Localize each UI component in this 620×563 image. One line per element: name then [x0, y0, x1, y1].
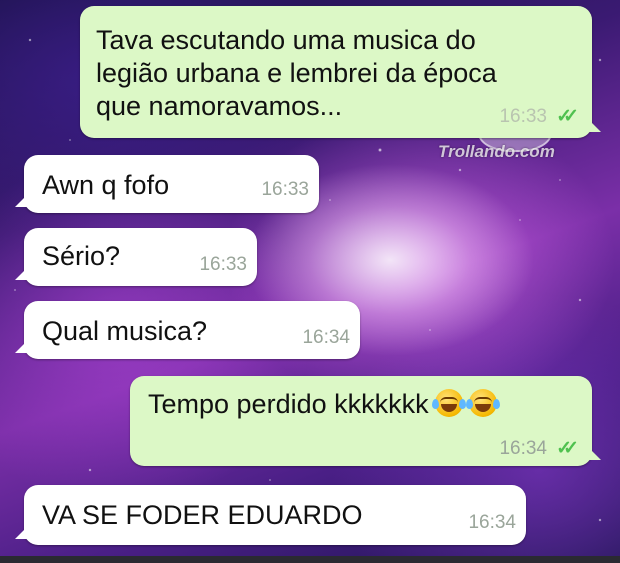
message-text: Awn q fofo	[42, 170, 170, 200]
message-time: 16:34	[302, 327, 350, 348]
face-with-tears-of-joy-icon	[465, 389, 500, 417]
read-receipt-icon: ✓✓	[556, 106, 579, 127]
message-bubble-outgoing[interactable]: Tempo perdido kkkkkkk 16:34 ✓✓	[130, 376, 592, 466]
message-text: Tempo perdido kkkkkkk	[148, 388, 500, 421]
read-receipt-icon: ✓✓	[556, 438, 579, 459]
message-time: 16:33	[499, 106, 547, 127]
message-bubble-incoming[interactable]: Qual musica? 16:34	[24, 301, 360, 359]
message-text: Qual musica?	[42, 316, 208, 346]
message-time: 16:33	[199, 254, 247, 275]
bottom-edge	[0, 556, 620, 563]
message-bubble-incoming[interactable]: VA SE FODER EDUARDO 16:34	[24, 485, 526, 545]
watermark-text: Trollando.com	[438, 142, 555, 161]
message-text: Tava escutando uma musica do legião urba…	[96, 25, 497, 121]
face-with-tears-of-joy-icon	[431, 389, 466, 417]
message-bubble-outgoing[interactable]: Tava escutando uma musica do legião urba…	[80, 6, 592, 138]
message-text: VA SE FODER EDUARDO	[42, 500, 363, 530]
message-time: 16:33	[261, 179, 309, 200]
message-text: Sério?	[42, 241, 121, 271]
message-text-content: Tempo perdido kkkkkkk	[148, 389, 429, 419]
message-time: 16:34	[468, 512, 516, 533]
message-bubble-incoming[interactable]: Awn q fofo 16:33	[24, 155, 319, 213]
message-time: 16:34	[499, 438, 547, 459]
message-bubble-incoming[interactable]: Sério? 16:33	[24, 228, 257, 286]
